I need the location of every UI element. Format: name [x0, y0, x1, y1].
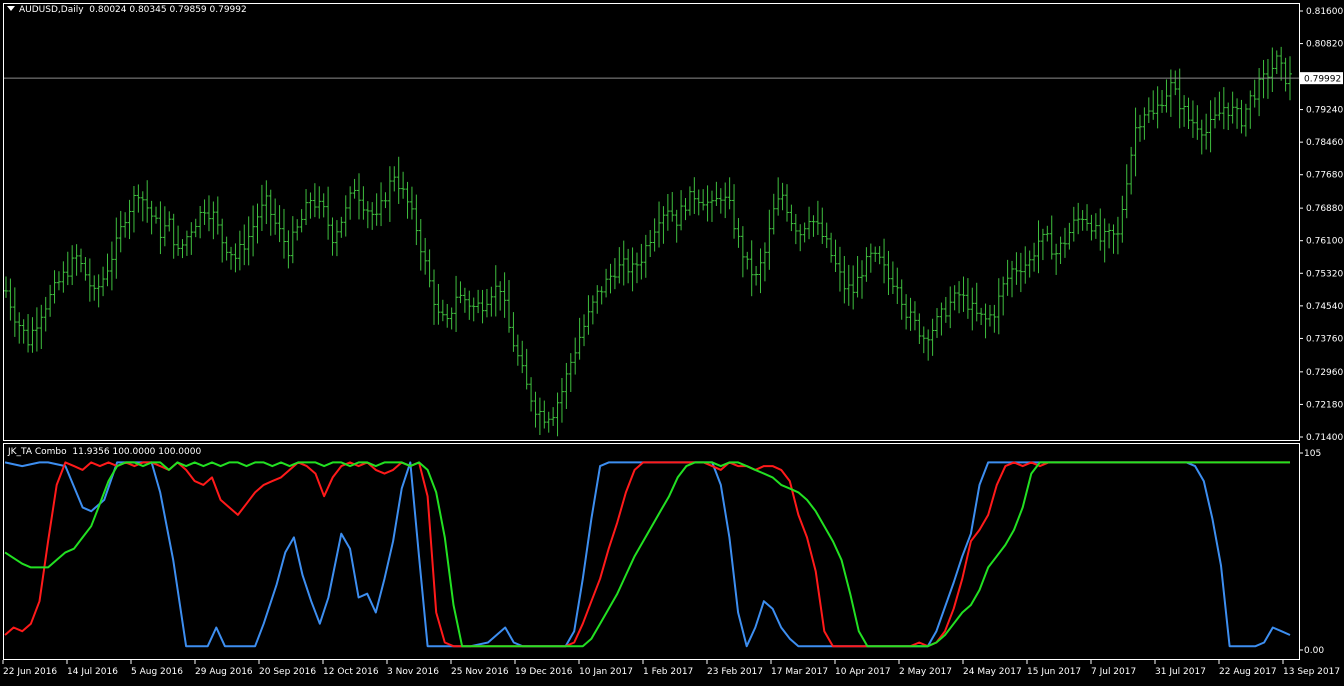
price-tick-label: 0.72180	[1306, 400, 1343, 410]
price-tick-label: 0.76100	[1306, 237, 1343, 247]
symbol-label: AUDUSD,Daily	[19, 5, 84, 15]
time-tick-label: 22 Aug 2017	[1219, 667, 1277, 677]
time-tick-label: 31 Jul 2017	[1155, 667, 1206, 677]
indicator-tick-label: 105	[1304, 449, 1321, 459]
time-tick-label: 22 Jun 2016	[3, 667, 57, 677]
indicator-name: JK_TA Combo	[8, 447, 67, 457]
time-tick-label: 1 Feb 2017	[643, 667, 693, 677]
time-tick-label: 3 Nov 2016	[387, 667, 439, 677]
chart-canvas[interactable]: 0.81600 0.80820 0.79240 0.78460 0.77680 0.768…	[0, 0, 1344, 682]
time-tick-label: 17 Mar 2017	[771, 667, 828, 677]
time-tick-label: 7 Jul 2017	[1091, 667, 1136, 677]
time-tick-label: 19 Dec 2016	[515, 667, 573, 677]
time-tick-label: 12 Oct 2016	[323, 667, 379, 677]
dropdown-triangle-icon[interactable]	[7, 6, 15, 11]
time-tick-label: 10 Jan 2017	[579, 667, 633, 677]
price-tick-label: 0.72960	[1306, 368, 1343, 378]
price-tick-label: 0.81600	[1306, 7, 1343, 17]
time-tick-label: 20 Sep 2016	[259, 667, 316, 677]
time-tick-label: 25 Nov 2016	[451, 667, 509, 677]
price-tick-label: 0.76880	[1306, 204, 1343, 214]
time-tick-label: 14 Jul 2016	[67, 667, 118, 677]
price-tick-label: 0.73760	[1306, 334, 1343, 344]
time-tick-label: 29 Aug 2016	[195, 667, 253, 677]
price-tick-label: 0.79240	[1306, 106, 1343, 116]
current-price-label: 0.79992	[1304, 75, 1341, 85]
price-tick-label: 0.77680	[1306, 171, 1343, 181]
price-tick-label: 0.71400	[1306, 433, 1343, 443]
time-tick-label: 23 Feb 2017	[707, 667, 763, 677]
time-tick-label: 2 May 2017	[899, 667, 952, 677]
indicator-tick-label: 0.00	[1304, 646, 1324, 656]
time-tick-label: 15 Jun 2017	[1027, 667, 1081, 677]
price-tick-label: 0.80820	[1306, 40, 1343, 50]
time-tick-label: 13 Sep 2017	[1283, 667, 1340, 677]
time-tick-label: 5 Aug 2016	[131, 667, 183, 677]
ohlc-values: 0.80024 0.80345 0.79859 0.79992	[89, 5, 247, 15]
indicator-values: 11.9356 100.0000 100.0000	[72, 447, 202, 457]
time-tick-label: 24 May 2017	[963, 667, 1022, 677]
price-tick-label: 0.75320	[1306, 269, 1343, 279]
chart-window: 0.81600 0.80820 0.79240 0.78460 0.77680 0.768…	[0, 0, 1344, 682]
price-tick-label: 0.78460	[1306, 138, 1343, 148]
indicator-panel-title: JK_TA Combo 11.9356 100.0000 100.0000	[8, 447, 201, 457]
time-tick-label: 10 Apr 2017	[835, 667, 891, 677]
price-panel-title: AUDUSD,Daily 0.80024 0.80345 0.79859 0.7…	[7, 5, 247, 15]
price-tick-label: 0.74540	[1306, 302, 1343, 312]
